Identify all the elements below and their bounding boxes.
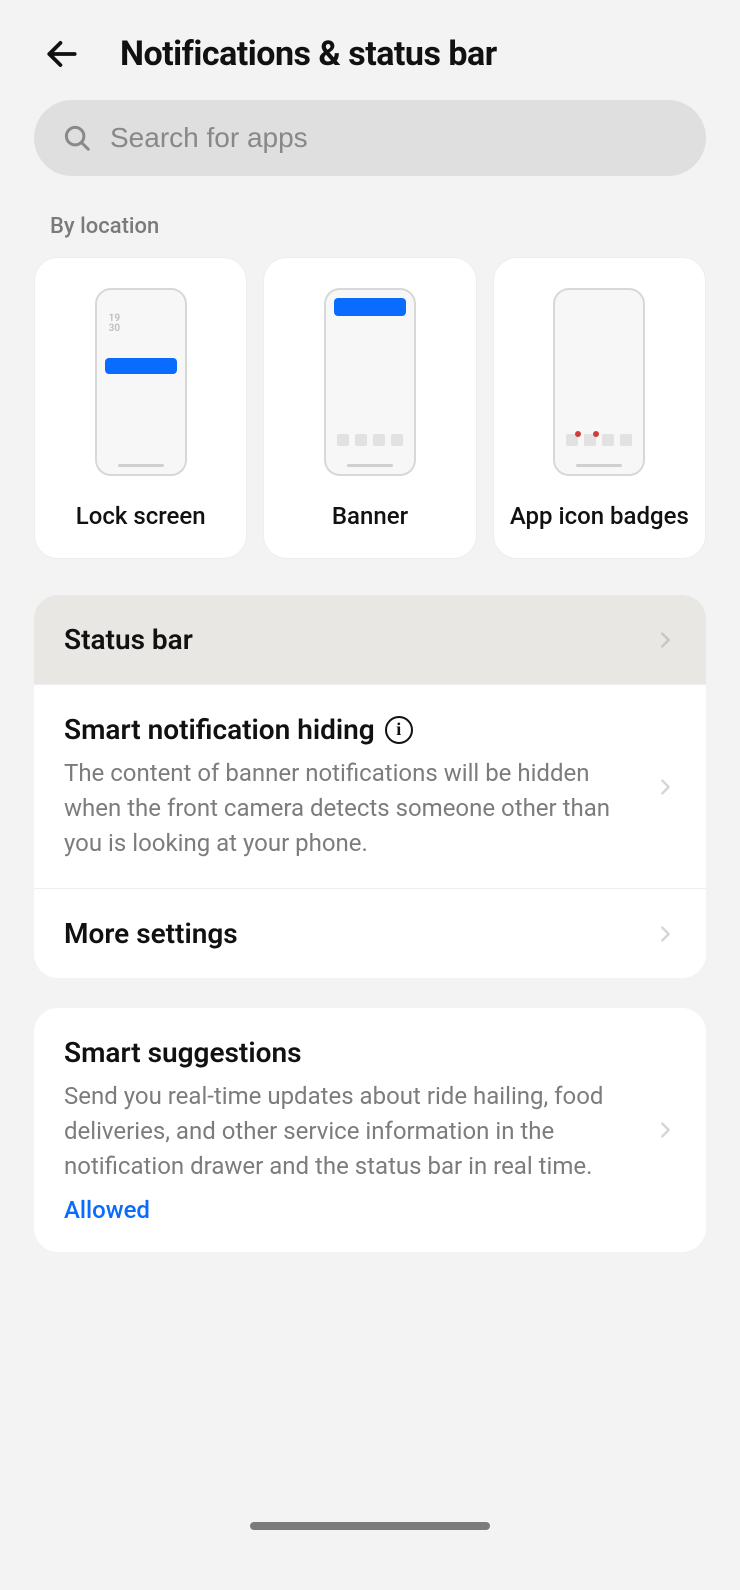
row-description: The content of banner notifications will…	[64, 756, 640, 860]
gesture-bar	[250, 1522, 490, 1530]
preview-notif-bar	[105, 358, 177, 374]
chevron-right-icon	[654, 776, 676, 798]
search-input[interactable]	[110, 122, 678, 154]
phone-preview-banner	[324, 288, 416, 476]
page-header: Notifications & status bar	[0, 0, 740, 100]
badge-dot-icon	[575, 431, 581, 437]
chevron-right-icon	[654, 1119, 676, 1141]
card-banner[interactable]: Banner	[263, 257, 476, 559]
row-title: Smart suggestions	[64, 1036, 640, 1069]
row-title: Status bar	[64, 623, 640, 656]
row-status: Allowed	[64, 1196, 640, 1224]
card-title: App icon badges	[510, 502, 689, 530]
card-lock-screen[interactable]: 19 30 Lock screen	[34, 257, 247, 559]
row-title: More settings	[64, 917, 640, 950]
chevron-right-icon	[654, 923, 676, 945]
preview-icon-row	[555, 434, 643, 446]
section-label-by-location: By location	[50, 214, 740, 239]
search-bar[interactable]	[34, 100, 706, 176]
info-icon[interactable]: i	[385, 716, 413, 744]
preview-homebar	[118, 464, 164, 467]
preview-icon-row	[326, 434, 414, 446]
arrow-left-icon	[43, 35, 81, 73]
preview-banner-bar	[334, 298, 406, 316]
location-cards-row: 19 30 Lock screen Banner A	[0, 257, 740, 595]
row-description: Send you real-time updates about ride ha…	[64, 1079, 640, 1183]
settings-group-1: Status bar Smart notification hiding i T…	[34, 595, 706, 978]
chevron-right-icon	[654, 629, 676, 651]
row-more-settings[interactable]: More settings	[34, 888, 706, 978]
settings-group-2: Smart suggestions Send you real-time upd…	[34, 1008, 706, 1251]
page-title: Notifications & status bar	[120, 34, 497, 74]
row-title: Smart notification hiding i	[64, 713, 640, 746]
row-status-bar[interactable]: Status bar	[34, 595, 706, 684]
row-title-text: Smart notification hiding	[64, 713, 375, 746]
preview-homebar	[576, 464, 622, 467]
card-app-icon-badges[interactable]: App icon badges	[493, 257, 706, 559]
phone-preview-lock: 19 30	[95, 288, 187, 476]
card-title: Banner	[332, 502, 408, 530]
row-smart-suggestions[interactable]: Smart suggestions Send you real-time upd…	[34, 1008, 706, 1251]
preview-clock-m: 30	[109, 323, 120, 334]
card-title: Lock screen	[76, 502, 206, 530]
search-icon	[62, 123, 92, 153]
row-smart-notification-hiding[interactable]: Smart notification hiding i The content …	[34, 684, 706, 888]
preview-clock: 19 30	[109, 314, 120, 334]
preview-homebar	[347, 464, 393, 467]
back-button[interactable]	[40, 32, 84, 76]
badge-dot-icon	[593, 431, 599, 437]
phone-preview-badges	[553, 288, 645, 476]
